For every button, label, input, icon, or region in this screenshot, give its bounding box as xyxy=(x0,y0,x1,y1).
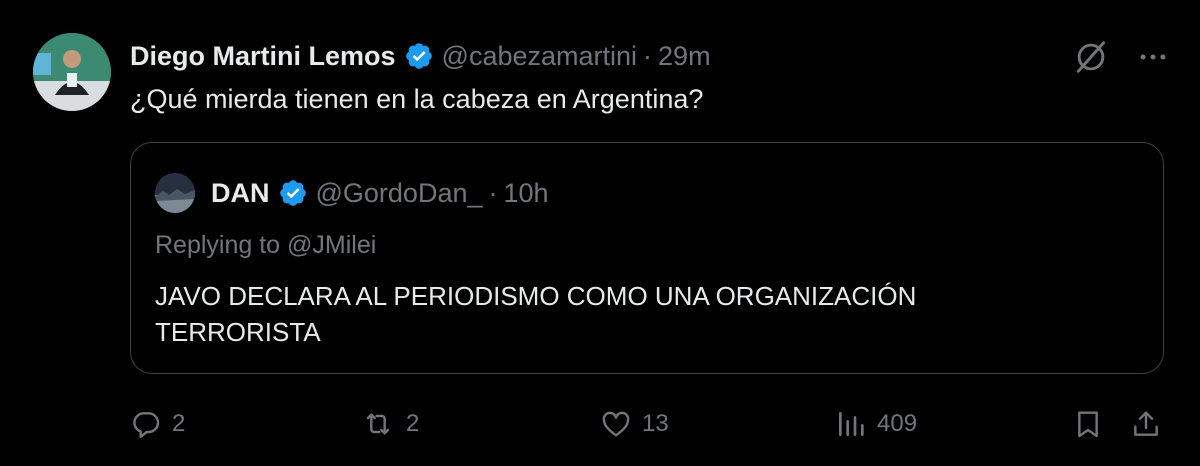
quoted-time[interactable]: 10h xyxy=(504,178,549,209)
avatar-image xyxy=(33,33,111,111)
replying-to: Replying to @JMilei xyxy=(155,231,376,260)
like-count: 13 xyxy=(642,410,669,437)
repost-count: 2 xyxy=(406,410,420,437)
quoted-author-name[interactable]: DAN xyxy=(211,178,270,209)
quoted-text: JAVO DECLARA AL PERIODISMO COMO UNA ORGA… xyxy=(155,278,1135,350)
more-icon[interactable] xyxy=(1136,40,1170,74)
quoted-header: DAN @GordoDan_ · 10h xyxy=(155,173,549,213)
tweet-header: Diego Martini Lemos @cabezamartini · 29m xyxy=(130,39,711,73)
action-bar: 2 2 13 409 xyxy=(130,400,1170,448)
share-button[interactable] xyxy=(1130,400,1172,448)
reply-button[interactable]: 2 xyxy=(130,400,185,448)
reply-count: 2 xyxy=(172,410,186,437)
tweet-top-actions xyxy=(1072,38,1170,76)
author-name[interactable]: Diego Martini Lemos xyxy=(130,41,396,72)
replying-prefix: Replying to xyxy=(155,231,281,259)
author-avatar[interactable] xyxy=(33,33,111,111)
repost-button[interactable]: 2 xyxy=(360,400,419,448)
like-button[interactable]: 13 xyxy=(600,400,669,448)
share-icon xyxy=(1134,411,1158,436)
views-count: 409 xyxy=(877,410,918,437)
views-icon xyxy=(839,412,864,436)
quoted-text-line-1: JAVO DECLARA AL PERIODISMO COMO UNA ORGA… xyxy=(155,281,917,311)
heart-icon xyxy=(602,411,630,437)
bookmark-icon xyxy=(1078,411,1098,438)
verified-badge-icon xyxy=(279,180,306,206)
quoted-avatar[interactable] xyxy=(155,173,195,213)
repost-icon xyxy=(366,413,390,435)
views-button[interactable]: 409 xyxy=(835,400,917,448)
quoted-tweet[interactable]: DAN @GordoDan_ · 10h Replying to @JMilei… xyxy=(130,142,1164,374)
replying-mention[interactable]: @JMilei xyxy=(287,231,376,259)
tweet-time[interactable]: 29m xyxy=(658,41,711,72)
separator-dot: · xyxy=(488,177,498,208)
bookmark-button[interactable] xyxy=(1072,400,1114,448)
reply-icon xyxy=(133,412,160,438)
quoted-author-handle[interactable]: @GordoDan_ xyxy=(316,178,483,209)
grok-icon[interactable] xyxy=(1072,38,1110,76)
quoted-text-line-2: TERRORISTA xyxy=(155,317,321,347)
tweet-text: ¿Qué mierda tienen en la cabeza en Argen… xyxy=(130,84,704,114)
quoted-avatar-image xyxy=(155,173,195,213)
verified-badge-icon xyxy=(405,43,432,69)
separator-dot: · xyxy=(643,40,653,71)
author-handle[interactable]: @cabezamartini xyxy=(442,41,638,72)
